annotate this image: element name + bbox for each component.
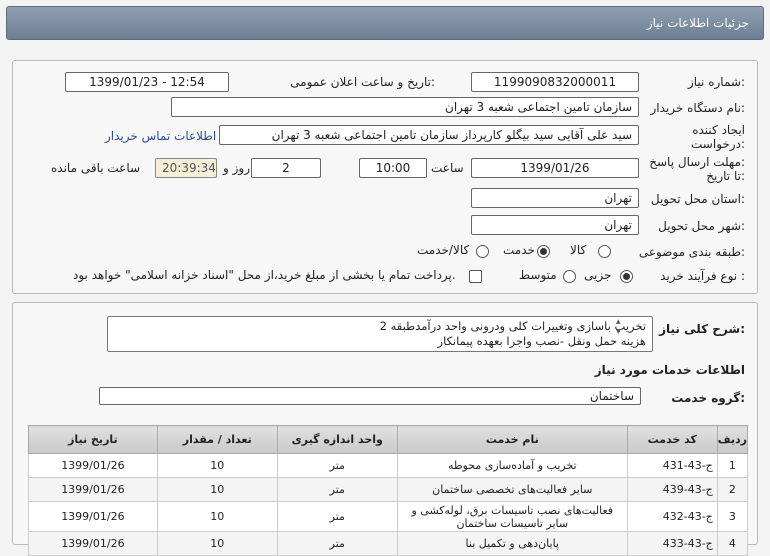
table-row[interactable]: 3 ج-43-432 فعالیت‌های نصب تاسیسات برق، ل… — [28, 501, 749, 532]
category-option-goods-service: کالا/خدمت — [417, 243, 470, 257]
category-label: طبقه بندی موضوعی: — [638, 245, 745, 259]
buyer-name-label: نام دستگاه خریدار: — [650, 101, 746, 115]
cell-need-date: 1399/01/26 — [28, 501, 158, 532]
table-header-row: ردیف کد خدمت نام خدمت واحد اندازه گیری ت… — [28, 425, 749, 454]
treasury-payment-checkbox[interactable] — [469, 270, 482, 283]
process-radio-medium[interactable] — [563, 270, 576, 283]
cell-service-name: تخریب و آماده‌سازی محوطه — [396, 453, 628, 478]
table-row[interactable]: 4 ج-43-433 پایان‌دهی و تکمیل بنا متر 10 … — [28, 531, 749, 556]
description-textarea[interactable]: تخریب باسازی وتغییرات کلی ودرونی واحد در… — [107, 316, 653, 352]
cell-service-name: فعالیت‌های نصب تاسیسات برق، لوله‌کشی و س… — [396, 501, 628, 532]
buyer-contact-link[interactable]: اطلاعات تماس خریدار — [105, 129, 216, 143]
days-label: روز و — [223, 161, 250, 175]
cell-service-code: ج-43-431 — [626, 453, 718, 478]
creator-field[interactable]: سید علی آقایی سید بیگلو کارپرداز سازمان … — [219, 125, 639, 145]
cell-row-number: 2 — [716, 477, 749, 502]
category-radio-goods-service[interactable] — [476, 245, 489, 258]
buyer-name-field[interactable]: سازمان تامین اجتماعی شعبه 3 تهران — [171, 97, 639, 117]
announce-date-label: تاریخ و ساعت اعلان عمومی: — [290, 75, 435, 89]
process-option-minor: جزیی — [584, 268, 612, 282]
description-label: شرح کلی نیاز: — [659, 322, 745, 336]
cell-unit: متر — [276, 453, 398, 478]
cell-unit: متر — [276, 477, 398, 502]
deadline-time-field[interactable]: 10:00 — [359, 158, 427, 178]
description-line-1: تخریب باسازی وتغییرات کلی ودرونی واحد در… — [379, 319, 646, 333]
category-option-goods: کالا — [570, 243, 587, 257]
process-label: نوع فرآیند خرید : — [660, 269, 745, 283]
cell-quantity: 10 — [156, 477, 278, 502]
category-radio-service[interactable] — [537, 245, 550, 258]
page-title: جزئیات اطلاعات نیاز — [646, 16, 749, 30]
creator-label-line2: درخواست: — [691, 137, 745, 151]
cell-quantity: 10 — [156, 531, 278, 556]
province-field[interactable]: تهران — [471, 188, 639, 208]
cell-service-code: ج-43-433 — [626, 531, 718, 556]
cell-row-number: 1 — [716, 453, 749, 478]
services-table: ردیف کد خدمت نام خدمت واحد اندازه گیری ت… — [28, 425, 749, 556]
deadline-label-line1: مهلت ارسال پاسخ: — [649, 155, 745, 169]
deadline-time-label: ساعت — [431, 161, 464, 175]
col-need-date: تاریخ نیاز — [28, 425, 158, 454]
deadline-label-line2: تا تاریخ: — [706, 169, 745, 183]
cell-unit: متر — [276, 531, 398, 556]
cell-unit: متر — [276, 501, 398, 532]
category-option-service: خدمت — [503, 243, 535, 257]
cell-service-code: ج-43-432 — [626, 501, 718, 532]
cell-service-code: ج-43-439 — [626, 477, 718, 502]
description-line-2: هزینه حمل ونقل -نصب واجرا بعهده پیمانکار — [437, 334, 646, 348]
process-option-medium: متوسط — [519, 268, 557, 282]
table-row[interactable]: 2 ج-43-439 سایر فعالیت‌های تخصصی ساختمان… — [28, 477, 749, 502]
col-service-code: کد خدمت — [626, 425, 718, 454]
remaining-time-field: 20:39:34 — [155, 158, 217, 178]
category-radio-goods[interactable] — [598, 245, 611, 258]
city-label: شهر محل تحویل: — [658, 219, 745, 233]
col-row-number: ردیف — [716, 425, 749, 454]
announce-date-field[interactable]: 1399/01/23 - 12:54 — [65, 72, 229, 92]
service-group-field[interactable]: ساختمان — [99, 387, 641, 405]
cell-need-date: 1399/01/26 — [28, 531, 158, 556]
process-radio-minor[interactable] — [620, 270, 633, 283]
need-info-panel: شماره نیاز: 1199090832000011 تاریخ و ساع… — [12, 60, 758, 294]
service-group-label: گروه خدمت: — [671, 391, 745, 405]
services-section-title: اطلاعات خدمات مورد نیاز — [594, 363, 745, 377]
scroll-arrows-icon[interactable]: ▴ ▾ — [616, 317, 621, 337]
cell-need-date: 1399/01/26 — [28, 477, 158, 502]
col-unit: واحد اندازه گیری — [276, 425, 398, 454]
treasury-payment-note: پرداخت تمام یا بخشی از مبلغ خرید،از محل … — [73, 268, 456, 282]
col-quantity: تعداد / مقدار — [156, 425, 278, 454]
need-number-field[interactable]: 1199090832000011 — [471, 72, 639, 92]
table-row[interactable]: 1 ج-43-431 تخریب و آماده‌سازی محوطه متر … — [28, 453, 749, 478]
cell-need-date: 1399/01/26 — [28, 453, 158, 478]
cell-quantity: 10 — [156, 501, 278, 532]
cell-quantity: 10 — [156, 453, 278, 478]
cell-service-name: سایر فعالیت‌های تخصصی ساختمان — [396, 477, 628, 502]
creator-label-line1: ایجاد کننده — [692, 123, 745, 137]
cell-row-number: 3 — [716, 501, 749, 532]
col-service-name: نام خدمت — [396, 425, 628, 454]
remaining-time-label: ساعت باقی مانده — [51, 161, 141, 175]
remaining-days-field[interactable]: 2 — [251, 158, 321, 178]
cell-row-number: 4 — [716, 531, 749, 556]
deadline-date-field[interactable]: 1399/01/26 — [471, 158, 639, 178]
need-number-label: شماره نیاز: — [687, 75, 745, 89]
province-label: استان محل تحویل: — [650, 192, 745, 206]
cell-service-name: پایان‌دهی و تکمیل بنا — [396, 531, 628, 556]
page-header: جزئیات اطلاعات نیاز — [6, 6, 764, 40]
city-field[interactable]: تهران — [471, 215, 639, 235]
